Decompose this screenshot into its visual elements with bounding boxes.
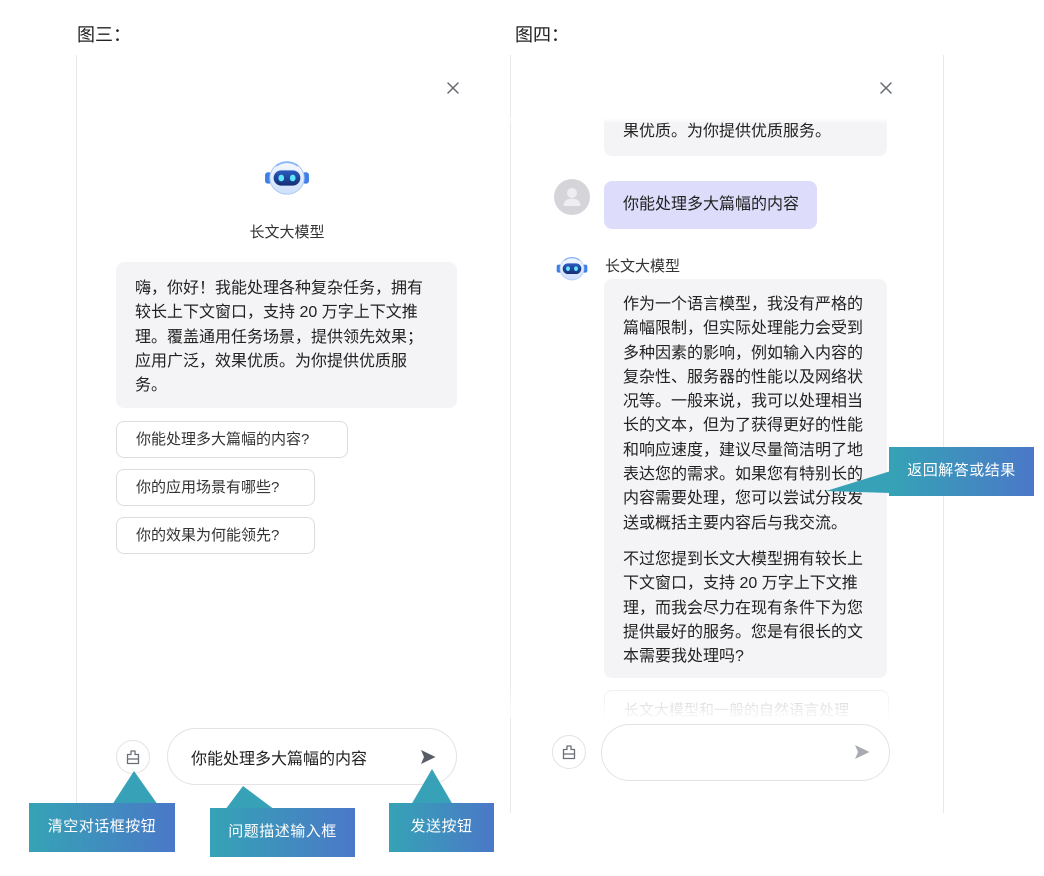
callout-clear-button: 清空对话框按钮 — [29, 803, 175, 852]
bot-name: 长文大模型 — [605, 258, 681, 275]
message-line: 和响应速度，建议尽量简洁明了地 — [623, 441, 864, 459]
chat-panel-conversation: 果优质。为你提供优质服务。 你能处理多大篇幅的内容 长文大模型 作为一个语言模型… — [510, 55, 944, 813]
close-icon — [880, 82, 892, 94]
previous-bot-message: 果优质。为你提供优质服务。 — [604, 118, 887, 156]
callout-input-box: 问题描述输入框 — [210, 808, 355, 857]
message-line: 理，而我会尽力在现有条件下为您 — [623, 599, 864, 617]
bot-name: 长文大模型 — [249, 224, 325, 241]
message-line: 务。 — [135, 377, 168, 395]
reply-paragraph: 不过您提到长文大模型拥有较长上 下文窗口，支持 20 万字上下文推 理，而我会尽… — [623, 548, 887, 669]
send-button[interactable] — [853, 743, 871, 761]
message-line: 理。覆盖通用任务场景，提供领先效果； — [135, 328, 424, 346]
user-avatar — [554, 179, 590, 215]
reply-paragraph: 作为一个语言模型，我没有严格的 篇幅限制，但实际处理能力会受到 多种因素的影响，… — [623, 293, 887, 536]
message-line: 果优质。为你提供优质服务。 — [623, 123, 832, 140]
message-line: 下文窗口，支持 20 万字上下文推 — [623, 575, 858, 593]
message-line: 篇幅限制，但实际处理能力会受到 — [623, 320, 864, 338]
send-button[interactable] — [419, 748, 437, 766]
figure-label-right: 图四： — [515, 25, 569, 45]
send-icon — [855, 745, 870, 759]
bot-reply: 作为一个语言模型，我没有严格的 篇幅限制，但实际处理能力会受到 多种因素的影响，… — [604, 279, 887, 678]
suggestion-chip[interactable]: 你的效果为何能领先? — [116, 517, 315, 554]
send-icon — [421, 750, 436, 764]
message-line: 复杂性、服务器的性能以及网络状 — [623, 368, 864, 386]
clear-chat-icon — [126, 750, 140, 765]
clear-chat-button[interactable] — [552, 735, 586, 769]
chat-panel-welcome: 长文大模型 嗨，你好！我能处理各种复杂任务，拥有 较长上下文窗口，支持 20 万… — [76, 55, 511, 813]
message-line: 不过您提到长文大模型拥有较长上 — [623, 550, 864, 568]
chat-history[interactable]: 果优质。为你提供优质服务。 你能处理多大篇幅的内容 长文大模型 作为一个语言模型… — [510, 118, 943, 718]
figure-label-left: 图三： — [77, 25, 131, 45]
message-line: 多种因素的影响，例如输入内容的 — [623, 344, 864, 362]
message-line: 况等。一般来说，我可以处理相当 — [623, 393, 864, 411]
bot-avatar — [264, 156, 310, 198]
question-input[interactable] — [167, 728, 457, 785]
close-button[interactable] — [879, 81, 893, 95]
message-line: 送或概括主要内容后与我交流。 — [623, 514, 848, 532]
callout-send-button: 发送按钮 — [389, 803, 494, 852]
close-button[interactable] — [446, 81, 460, 95]
clear-chat-button[interactable] — [116, 740, 150, 774]
message-line: 作为一个语言模型，我没有严格的 — [623, 296, 864, 313]
clear-chat-icon — [562, 745, 576, 760]
message-line: 较长上下文窗口，支持 20 万字上下文推 — [135, 304, 418, 322]
bot-avatar — [556, 253, 588, 283]
suggestion-chip[interactable]: 你能处理多大篇幅的内容? — [116, 421, 348, 458]
user-message: 你能处理多大篇幅的内容 — [604, 181, 817, 229]
question-input[interactable] — [601, 724, 890, 781]
callout-reply-result: 返回解答或结果 — [889, 447, 1034, 496]
message-line: 嗨，你好！我能处理各种复杂任务，拥有 — [135, 280, 424, 297]
close-icon — [447, 82, 459, 94]
suggestion-chip-partial[interactable]: 长文大模型和一般的自然语言处理 — [604, 690, 889, 718]
suggestion-chip[interactable]: 你的应用场景有哪些? — [116, 469, 315, 506]
message-line: 应用广泛，效果优质。为你提供优质服 — [135, 352, 408, 370]
robot-avatar-icon — [556, 257, 588, 281]
message-line: 本需要我处理吗? — [623, 648, 744, 666]
message-line: 表达您的需求。如果您有特别长的 — [623, 466, 864, 484]
message-line: 内容需要处理，您可以尝试分段发 — [623, 490, 864, 508]
robot-avatar-icon — [265, 161, 309, 195]
message-line: 提供最好的服务。您是有很长的文 — [623, 623, 864, 641]
message-line: 长的文本，但为了获得更好的性能 — [623, 417, 864, 435]
welcome-message: 嗨，你好！我能处理各种复杂任务，拥有 较长上下文窗口，支持 20 万字上下文推 … — [116, 262, 457, 408]
user-avatar-icon — [554, 179, 590, 215]
